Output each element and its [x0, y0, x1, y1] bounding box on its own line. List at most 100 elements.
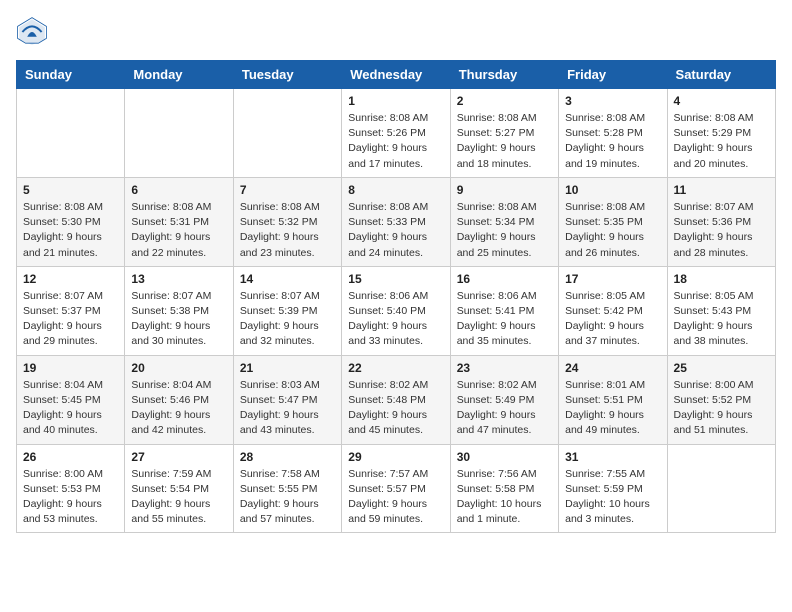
day-info: Sunrise: 8:06 AM Sunset: 5:40 PM Dayligh…: [348, 289, 443, 350]
calendar-cell: 20 Sunrise: 8:04 AM Sunset: 5:46 PM Dayli…: [125, 355, 233, 444]
day-info: Sunrise: 8:04 AM Sunset: 5:45 PM Dayligh…: [23, 378, 118, 439]
day-number: 5: [23, 183, 118, 197]
day-info: Sunrise: 8:05 AM Sunset: 5:43 PM Dayligh…: [674, 289, 769, 350]
day-number: 9: [457, 183, 552, 197]
day-number: 31: [565, 450, 660, 464]
day-number: 7: [240, 183, 335, 197]
day-number: 12: [23, 272, 118, 286]
day-info: Sunrise: 8:08 AM Sunset: 5:28 PM Dayligh…: [565, 111, 660, 172]
calendar-week-row: 5 Sunrise: 8:08 AM Sunset: 5:30 PM Daylig…: [17, 177, 776, 266]
day-info: Sunrise: 8:01 AM Sunset: 5:51 PM Dayligh…: [565, 378, 660, 439]
day-of-week-header: Tuesday: [233, 61, 341, 89]
calendar-week-row: 1 Sunrise: 8:08 AM Sunset: 5:26 PM Daylig…: [17, 89, 776, 178]
day-info: Sunrise: 8:02 AM Sunset: 5:48 PM Dayligh…: [348, 378, 443, 439]
logo-icon: [16, 16, 48, 48]
calendar-cell: [17, 89, 125, 178]
day-number: 25: [674, 361, 769, 375]
day-info: Sunrise: 8:02 AM Sunset: 5:49 PM Dayligh…: [457, 378, 552, 439]
day-number: 17: [565, 272, 660, 286]
day-number: 23: [457, 361, 552, 375]
calendar-cell: 15 Sunrise: 8:06 AM Sunset: 5:40 PM Dayli…: [342, 266, 450, 355]
calendar-cell: 17 Sunrise: 8:05 AM Sunset: 5:42 PM Dayli…: [559, 266, 667, 355]
day-info: Sunrise: 8:06 AM Sunset: 5:41 PM Dayligh…: [457, 289, 552, 350]
day-info: Sunrise: 8:00 AM Sunset: 5:53 PM Dayligh…: [23, 467, 118, 528]
day-info: Sunrise: 7:57 AM Sunset: 5:57 PM Dayligh…: [348, 467, 443, 528]
calendar-cell: 8Sunrise: 8:08 AM Sunset: 5:33 PM Daylig…: [342, 177, 450, 266]
calendar-cell: 31 Sunrise: 7:55 AM Sunset: 5:59 PM Dayli…: [559, 444, 667, 533]
calendar-cell: 11 Sunrise: 8:07 AM Sunset: 5:36 PM Dayli…: [667, 177, 775, 266]
calendar-cell: 28 Sunrise: 7:58 AM Sunset: 5:55 PM Dayli…: [233, 444, 341, 533]
calendar-cell: 16 Sunrise: 8:06 AM Sunset: 5:41 PM Dayli…: [450, 266, 558, 355]
day-info: Sunrise: 8:08 AM Sunset: 5:34 PM Dayligh…: [457, 200, 552, 261]
calendar-cell: 30Sunrise: 7:56 AM Sunset: 5:58 PM Dayli…: [450, 444, 558, 533]
calendar-cell: 7 Sunrise: 8:08 AM Sunset: 5:32 PM Daylig…: [233, 177, 341, 266]
logo: [16, 16, 52, 48]
day-of-week-header: Thursday: [450, 61, 558, 89]
day-info: Sunrise: 7:55 AM Sunset: 5:59 PM Dayligh…: [565, 467, 660, 528]
calendar-cell: 12 Sunrise: 8:07 AM Sunset: 5:37 PM Dayli…: [17, 266, 125, 355]
day-number: 11: [674, 183, 769, 197]
calendar-cell: 5 Sunrise: 8:08 AM Sunset: 5:30 PM Daylig…: [17, 177, 125, 266]
day-number: 16: [457, 272, 552, 286]
calendar-cell: 9 Sunrise: 8:08 AM Sunset: 5:34 PM Daylig…: [450, 177, 558, 266]
day-info: Sunrise: 8:08 AM Sunset: 5:32 PM Dayligh…: [240, 200, 335, 261]
day-info: Sunrise: 8:08 AM Sunset: 5:33 PM Dayligh…: [348, 200, 443, 261]
day-of-week-header: Saturday: [667, 61, 775, 89]
calendar-cell: 25 Sunrise: 8:00 AM Sunset: 5:52 PM Dayli…: [667, 355, 775, 444]
day-info: Sunrise: 8:08 AM Sunset: 5:30 PM Dayligh…: [23, 200, 118, 261]
day-info: Sunrise: 8:08 AM Sunset: 5:26 PM Dayligh…: [348, 111, 443, 172]
calendar-cell: 23 Sunrise: 8:02 AM Sunset: 5:49 PM Dayli…: [450, 355, 558, 444]
day-number: 3: [565, 94, 660, 108]
calendar-cell: 4Sunrise: 8:08 AM Sunset: 5:29 PM Daylig…: [667, 89, 775, 178]
day-info: Sunrise: 7:56 AM Sunset: 5:58 PM Dayligh…: [457, 467, 552, 528]
calendar-cell: 18 Sunrise: 8:05 AM Sunset: 5:43 PM Dayli…: [667, 266, 775, 355]
day-info: Sunrise: 8:07 AM Sunset: 5:39 PM Dayligh…: [240, 289, 335, 350]
day-number: 28: [240, 450, 335, 464]
day-number: 10: [565, 183, 660, 197]
calendar-cell: 24 Sunrise: 8:01 AM Sunset: 5:51 PM Dayli…: [559, 355, 667, 444]
day-number: 2: [457, 94, 552, 108]
day-info: Sunrise: 8:07 AM Sunset: 5:38 PM Dayligh…: [131, 289, 226, 350]
day-info: Sunrise: 8:00 AM Sunset: 5:52 PM Dayligh…: [674, 378, 769, 439]
day-info: Sunrise: 8:07 AM Sunset: 5:37 PM Dayligh…: [23, 289, 118, 350]
day-info: Sunrise: 8:08 AM Sunset: 5:27 PM Dayligh…: [457, 111, 552, 172]
calendar-cell: 3 Sunrise: 8:08 AM Sunset: 5:28 PM Daylig…: [559, 89, 667, 178]
calendar-cell: 27 Sunrise: 7:59 AM Sunset: 5:54 PM Dayli…: [125, 444, 233, 533]
page-header: [16, 16, 776, 48]
calendar-cell: 2 Sunrise: 8:08 AM Sunset: 5:27 PM Daylig…: [450, 89, 558, 178]
calendar-cell: 22 Sunrise: 8:02 AM Sunset: 5:48 PM Dayli…: [342, 355, 450, 444]
calendar-header-row: SundayMondayTuesdayWednesdayThursdayFrid…: [17, 61, 776, 89]
calendar-cell: 29Sunrise: 7:57 AM Sunset: 5:57 PM Dayli…: [342, 444, 450, 533]
day-info: Sunrise: 8:05 AM Sunset: 5:42 PM Dayligh…: [565, 289, 660, 350]
day-of-week-header: Friday: [559, 61, 667, 89]
day-number: 13: [131, 272, 226, 286]
day-number: 27: [131, 450, 226, 464]
day-info: Sunrise: 8:03 AM Sunset: 5:47 PM Dayligh…: [240, 378, 335, 439]
day-number: 19: [23, 361, 118, 375]
calendar-cell: [667, 444, 775, 533]
day-of-week-header: Wednesday: [342, 61, 450, 89]
day-number: 18: [674, 272, 769, 286]
day-number: 14: [240, 272, 335, 286]
day-info: Sunrise: 7:58 AM Sunset: 5:55 PM Dayligh…: [240, 467, 335, 528]
day-of-week-header: Monday: [125, 61, 233, 89]
day-info: Sunrise: 8:08 AM Sunset: 5:31 PM Dayligh…: [131, 200, 226, 261]
day-number: 21: [240, 361, 335, 375]
day-info: Sunrise: 8:08 AM Sunset: 5:35 PM Dayligh…: [565, 200, 660, 261]
day-number: 20: [131, 361, 226, 375]
calendar-cell: 26 Sunrise: 8:00 AM Sunset: 5:53 PM Dayli…: [17, 444, 125, 533]
day-number: 22: [348, 361, 443, 375]
calendar-cell: 1 Sunrise: 8:08 AM Sunset: 5:26 PM Daylig…: [342, 89, 450, 178]
day-number: 26: [23, 450, 118, 464]
day-info: Sunrise: 7:59 AM Sunset: 5:54 PM Dayligh…: [131, 467, 226, 528]
day-number: 15: [348, 272, 443, 286]
day-number: 6: [131, 183, 226, 197]
calendar-cell: 6 Sunrise: 8:08 AM Sunset: 5:31 PM Daylig…: [125, 177, 233, 266]
day-number: 1: [348, 94, 443, 108]
day-number: 4: [674, 94, 769, 108]
calendar-table: SundayMondayTuesdayWednesdayThursdayFrid…: [16, 60, 776, 533]
day-number: 24: [565, 361, 660, 375]
day-info: Sunrise: 8:04 AM Sunset: 5:46 PM Dayligh…: [131, 378, 226, 439]
calendar-cell: [125, 89, 233, 178]
day-info: Sunrise: 8:07 AM Sunset: 5:36 PM Dayligh…: [674, 200, 769, 261]
